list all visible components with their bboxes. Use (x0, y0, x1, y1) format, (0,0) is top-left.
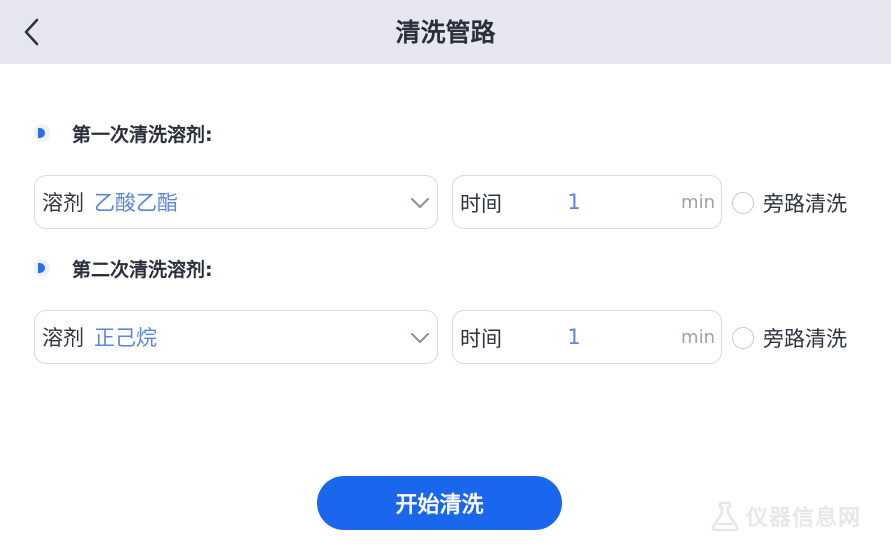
start-cleaning-button[interactable]: 开始清洗 (317, 476, 562, 530)
logo-icon (711, 501, 739, 532)
watermark-text: 仪器信息网 (746, 506, 862, 531)
time-label: 时间 (460, 192, 502, 216)
watermark: 仪器信息网 (708, 496, 861, 536)
chevron-down-icon (411, 333, 429, 343)
chevron-left-icon (24, 18, 39, 46)
time-input[interactable] (539, 321, 609, 353)
section-heading-first: 第一次清洗溶剂: (34, 118, 213, 148)
page-title: 清洗管路 (395, 18, 496, 47)
time-unit: min (681, 327, 715, 348)
bypass-clean-label: 旁路清洗 (763, 192, 847, 216)
solvent-value: 乙酸乙酯 (94, 191, 178, 215)
time-field-second: 时间 min (452, 310, 722, 364)
time-field-first: 时间 min (452, 175, 722, 229)
solvent-label: 溶剂 (42, 326, 84, 350)
section-heading-label: 第二次清洗溶剂: (72, 258, 213, 281)
bullet-icon (34, 259, 50, 277)
radio-unchecked-icon[interactable] (732, 327, 754, 349)
bypass-clean-toggle-first[interactable]: 旁路清洗 (732, 188, 847, 218)
bullet-icon (34, 124, 50, 142)
bypass-clean-toggle-second[interactable]: 旁路清洗 (732, 323, 847, 353)
time-input[interactable] (539, 186, 609, 218)
solvent-select-first[interactable]: 溶剂 乙酸乙酯 (34, 175, 438, 229)
time-label: 时间 (460, 327, 502, 351)
section-heading-second: 第二次清洗溶剂: (34, 253, 213, 283)
section-heading-label: 第一次清洗溶剂: (72, 123, 213, 146)
time-unit: min (681, 192, 715, 213)
solvent-label: 溶剂 (42, 191, 84, 215)
header-bar: 清洗管路 (0, 0, 891, 64)
solvent-select-second[interactable]: 溶剂 正己烷 (34, 310, 438, 364)
solvent-value: 正己烷 (94, 326, 157, 350)
radio-unchecked-icon[interactable] (732, 192, 754, 214)
bypass-clean-label: 旁路清洗 (763, 327, 847, 351)
back-button[interactable] (14, 12, 50, 52)
chevron-down-icon (411, 198, 429, 208)
